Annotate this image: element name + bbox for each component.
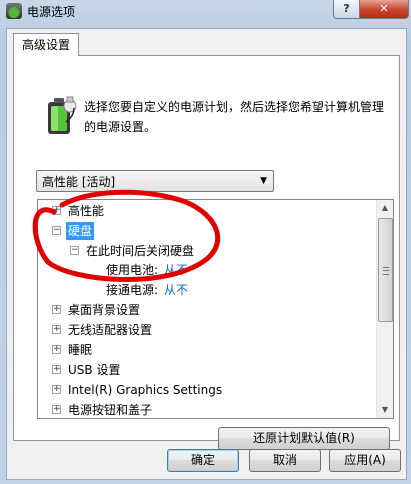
help-button[interactable]: ? xyxy=(333,0,360,19)
tab-advanced-settings[interactable]: 高级设置 xyxy=(13,33,79,56)
expand-icon[interactable]: + xyxy=(52,405,61,414)
tree-item-label: 高性能 xyxy=(68,204,105,218)
apply-button[interactable]: 应用(A) xyxy=(329,449,401,472)
restore-defaults-button[interactable]: 还原计划默认值(R) xyxy=(218,427,390,450)
window-title: 电源选项 xyxy=(27,5,76,19)
advanced-settings-panel: 选择您要自定义的电源计划，然后选择您希望计算机管理的电源设置。 高性能 [活动]… xyxy=(13,55,400,450)
close-button[interactable]: ✕ xyxy=(359,0,409,19)
power-options-icon xyxy=(6,3,22,19)
cancel-button[interactable]: 取消 xyxy=(249,449,321,472)
tree-item-label: 电源按钮和盖子 xyxy=(68,403,153,417)
power-plan-dropdown[interactable]: 高性能 [活动] ▼ xyxy=(36,170,274,192)
tree-item-label: 硬盘 xyxy=(66,222,95,240)
on-battery-value-link[interactable]: 从不 xyxy=(164,261,188,279)
expand-icon[interactable]: + xyxy=(52,206,61,215)
battery-icon xyxy=(48,96,77,134)
tree-scrollbar[interactable]: ▲ ▼ xyxy=(376,200,393,418)
power-plan-value: 高性能 [活动] xyxy=(42,175,116,189)
on-battery-label: 使用电池: xyxy=(106,263,159,277)
panel-description: 选择您要自定义的电源计划，然后选择您希望计算机管理的电源设置。 xyxy=(84,100,385,134)
grip-icon xyxy=(383,267,389,275)
expand-icon[interactable]: + xyxy=(52,365,61,374)
collapse-icon[interactable]: − xyxy=(52,226,61,235)
scroll-up-icon[interactable]: ▲ xyxy=(377,200,393,216)
dialog-window: 电源选项 ? ✕ 高级设置 选择您要自定义的电源计划，然后选择您希望计算机管理的… xyxy=(0,0,411,484)
scroll-down-icon[interactable]: ▼ xyxy=(377,402,393,418)
plugged-in-label: 接通电源: xyxy=(106,283,159,297)
expand-icon[interactable]: + xyxy=(52,325,61,334)
tree-item-label: Intel(R) Graphics Settings xyxy=(68,383,223,397)
tree-item-label: USB 设置 xyxy=(68,363,121,377)
title-bar[interactable]: 电源选项 ? ✕ xyxy=(0,0,411,24)
expand-icon[interactable]: + xyxy=(52,345,61,354)
tree-item-label: 在此时间后关闭硬盘 xyxy=(86,244,195,258)
tree-item-label: 睡眠 xyxy=(68,343,93,357)
expand-icon[interactable]: + xyxy=(52,305,61,314)
chevron-down-icon: ▼ xyxy=(260,176,267,186)
expand-icon[interactable]: + xyxy=(52,385,61,394)
dialog-client: 高级设置 选择您要自定义的电源计划，然后选择您希望计算机管理的电源设置。 高性能… xyxy=(6,28,407,480)
collapse-icon[interactable]: − xyxy=(70,246,79,255)
settings-tree[interactable]: + 高性能 − 硬盘 − 在此时间后关闭硬盘 使用电池: 从不 接通电源: 从不… xyxy=(37,199,394,419)
ok-button[interactable]: 确定 xyxy=(167,449,239,472)
scrollbar-thumb[interactable] xyxy=(378,218,393,322)
plugged-in-value-link[interactable]: 从不 xyxy=(164,281,188,299)
tree-item-label: 无线适配器设置 xyxy=(68,323,153,337)
tree-item-label: 桌面背景设置 xyxy=(68,303,141,317)
